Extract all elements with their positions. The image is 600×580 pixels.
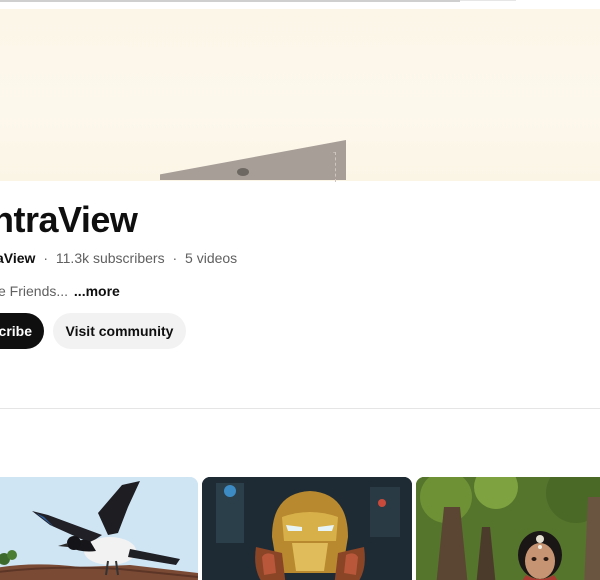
description-text: e Friends... [0, 283, 69, 299]
top-progress-line-tail [460, 0, 516, 1]
banner-ticket-dot [237, 168, 249, 176]
meta-separator: · [172, 250, 178, 266]
bird-thumbnail-image [0, 477, 198, 580]
video-count: 5 videos [185, 250, 238, 266]
channel-handle[interactable]: aView [0, 250, 35, 266]
video-thumbnail-bird[interactable] [0, 477, 198, 580]
subscriber-count: 11.3k subscribers [55, 250, 165, 266]
section-divider [0, 408, 600, 409]
channel-meta: aView · 11.3k subscribers · 5 videos [0, 250, 237, 266]
forest-thumbnail-image [416, 477, 600, 580]
channel-title: ntraView [0, 199, 138, 240]
channel-description[interactable]: e Friends... ...more [0, 283, 120, 299]
visit-community-button[interactable]: Visit community [53, 313, 186, 349]
subscribe-button[interactable]: cribe [0, 313, 44, 349]
meta-separator: · [43, 250, 48, 266]
more-link[interactable]: ...more [74, 283, 120, 299]
helmet-thumbnail-image [202, 477, 412, 580]
video-thumbnail-helmet[interactable] [202, 477, 412, 580]
video-thumbnail-forest[interactable] [416, 477, 600, 580]
top-progress-line [0, 0, 460, 2]
